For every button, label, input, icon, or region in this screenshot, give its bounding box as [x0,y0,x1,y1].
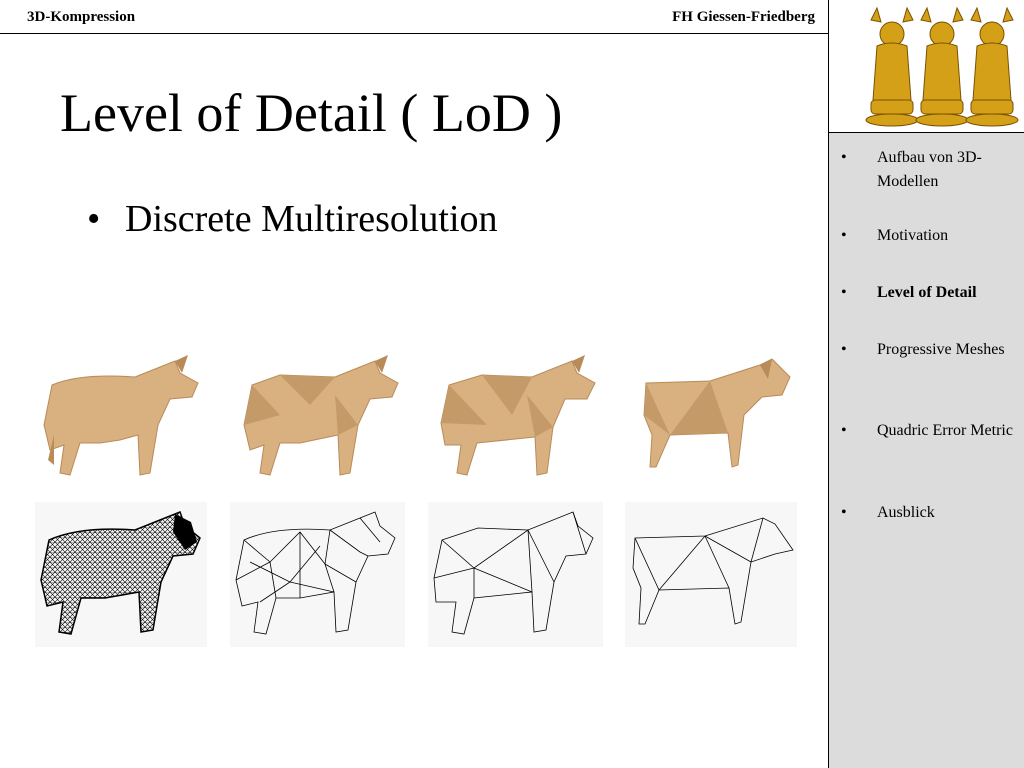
sidebar-item-label: Progressive Meshes [877,341,1005,358]
cow-shaded-lowest [643,358,791,468]
sidebar-item-label: Aufbau von 3D-Modellen [877,149,982,190]
cow-wireframe-lowest [625,502,797,647]
buddha-statues-image [865,6,1019,127]
header-rule [0,33,828,34]
cow-wireframe-full [35,502,207,647]
cow-shaded-medium [243,355,399,476]
header-right-text: FH Giessen-Friedberg [672,9,815,25]
cow-shaded-full [43,355,199,476]
page-title: Level of Detail ( LoD ) [60,83,563,143]
bullet-dot: • [87,198,101,240]
cow-wireframe-medium [230,502,405,647]
cow-wireframe-low [428,502,603,647]
sidebar-item-label: Quadric Error Metric [877,422,1013,439]
sidebar-item-label: Level of Detail [877,284,977,301]
header-left-text: 3D-Kompression [27,9,136,25]
logo-box [828,0,1024,133]
sidebar: • Aufbau von 3D-Modellen • Motivation • Lev… [828,133,1024,768]
sidebar-item-label: Motivation [877,227,949,244]
cow-shaded-low [440,355,596,476]
bullet-text: Discrete Multiresolution [125,198,498,240]
main-bullet: • Discrete Multiresolution [87,197,498,241]
sidebar-item-label: Ausblick [877,504,935,521]
